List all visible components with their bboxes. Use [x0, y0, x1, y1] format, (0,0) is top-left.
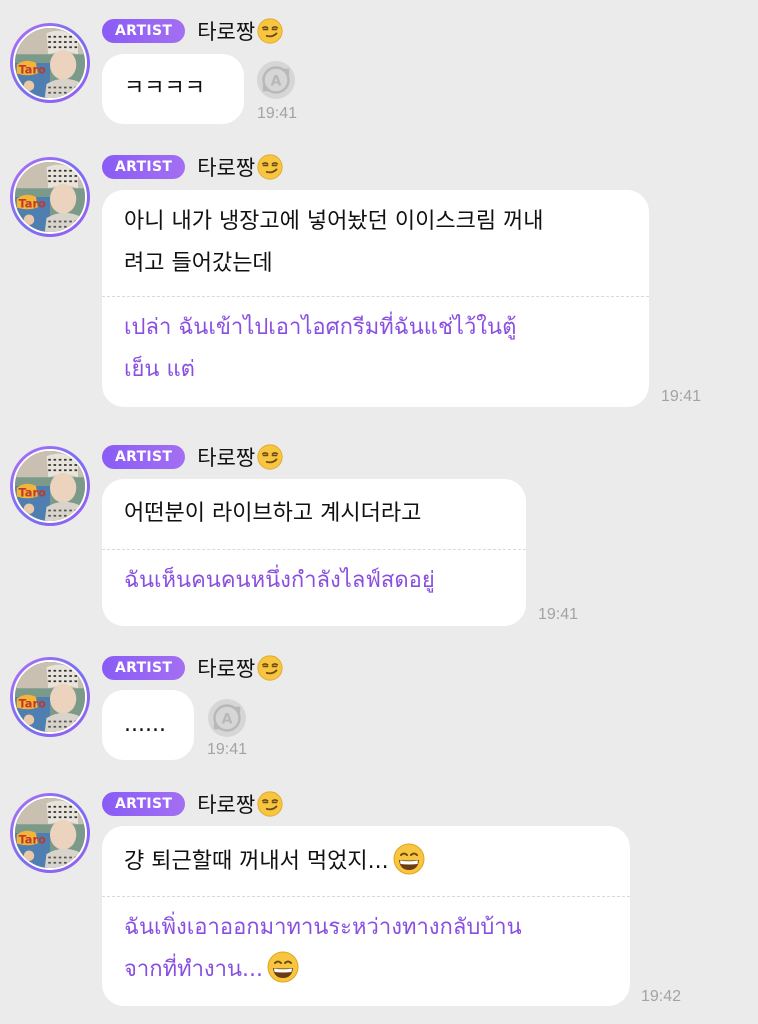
message-time: 19:41 — [207, 741, 248, 758]
message-time: 19:42 — [641, 988, 682, 1005]
sender-name[interactable]: 타로짱 — [197, 442, 283, 472]
message-bubble[interactable]: 어떤분이 라이브하고 계시더라고 ฉันเห็นคนคนหนึ่งกำลังไล… — [102, 479, 526, 626]
translation-text-line: จากที่ทำงาน... — [102, 949, 630, 991]
sender-name-text: 타로짱 — [197, 156, 256, 180]
avatar-image — [15, 28, 85, 98]
sender-name[interactable]: 타로짱 — [197, 16, 283, 46]
translate-icon[interactable] — [207, 698, 247, 738]
grinning-face-icon — [267, 951, 299, 983]
smirking-face-icon — [257, 154, 283, 180]
message-bubble[interactable]: 아니 내가 냉장고에 넣어놨던 이이스크림 꺼내 려고 들어갔는데 เปล่า … — [102, 190, 649, 407]
translation-text: จากที่ทำงาน... — [124, 957, 264, 982]
translation-text: ฉันเห็นคนคนหนึ่งกำลังไลฟ์สดอยู่ — [124, 568, 435, 593]
smirking-face-icon — [257, 444, 283, 470]
message-text: ㅋㅋㅋㅋ — [124, 76, 205, 101]
translation-divider — [102, 549, 526, 550]
message-header: ARTIST 타로짱 — [102, 17, 283, 45]
avatar-image — [15, 662, 85, 732]
translate-icon[interactable] — [256, 60, 296, 100]
message-time: 19:41 — [257, 105, 298, 122]
message-text: ...... — [124, 712, 166, 737]
sender-name[interactable]: 타로짱 — [197, 789, 283, 819]
message-time: 19:41 — [661, 388, 702, 405]
message-bubble[interactable]: ...... — [102, 690, 194, 760]
sender-name-text: 타로짱 — [197, 20, 256, 44]
avatar-image — [15, 162, 85, 232]
message-header: ARTIST 타로짱 — [102, 153, 283, 181]
artist-badge: ARTIST — [102, 19, 186, 43]
sender-name-text: 타로짱 — [197, 793, 256, 817]
translation-text-line: เปล่า ฉันเข้าไปเอาไอศกรีมที่ฉันแช่ไว้ในต… — [124, 315, 517, 340]
message-text-line: 아니 내가 냉장고에 넣어놨던 이이스크림 꺼내 — [124, 209, 544, 234]
message-text: 걍 퇴근할때 꺼내서 먹었지... — [124, 849, 389, 874]
avatar[interactable] — [10, 793, 90, 873]
translation-text-line: เย็น แต่ — [124, 357, 195, 382]
message-header: ARTIST 타로짱 — [102, 654, 283, 682]
avatar-image — [15, 798, 85, 868]
sender-name-text: 타로짱 — [197, 657, 256, 681]
smirking-face-icon — [257, 655, 283, 681]
smirking-face-icon — [257, 791, 283, 817]
message-text-line: 려고 들어갔는데 — [124, 251, 273, 276]
artist-badge: ARTIST — [102, 445, 186, 469]
artist-badge: ARTIST — [102, 656, 186, 680]
message-bubble[interactable]: 걍 퇴근할때 꺼내서 먹었지... ฉันเพิ่งเอาออกมาทานระห… — [102, 826, 630, 1006]
smirking-face-icon — [257, 18, 283, 44]
sender-name[interactable]: 타로짱 — [197, 653, 283, 683]
avatar[interactable] — [10, 446, 90, 526]
avatar[interactable] — [10, 157, 90, 237]
avatar[interactable] — [10, 23, 90, 103]
artist-badge: ARTIST — [102, 792, 186, 816]
sender-name[interactable]: 타로짱 — [197, 152, 283, 182]
message-header: ARTIST 타로짱 — [102, 443, 283, 471]
message-bubble[interactable]: ㅋㅋㅋㅋ — [102, 54, 244, 124]
message-time: 19:41 — [538, 606, 579, 623]
message-text-line: 걍 퇴근할때 꺼내서 먹었지... — [102, 841, 630, 883]
message-text: 어떤분이 라이브하고 계시더라고 — [124, 501, 422, 526]
artist-badge: ARTIST — [102, 155, 186, 179]
translation-divider — [102, 896, 630, 897]
avatar-image — [15, 451, 85, 521]
grinning-face-icon — [393, 843, 425, 875]
sender-name-text: 타로짱 — [197, 446, 256, 470]
message-header: ARTIST 타로짱 — [102, 790, 283, 818]
translation-divider — [102, 296, 649, 297]
avatar[interactable] — [10, 657, 90, 737]
translation-text-line: ฉันเพิ่งเอาออกมาทานระหว่างทางกลับบ้าน — [124, 915, 522, 940]
